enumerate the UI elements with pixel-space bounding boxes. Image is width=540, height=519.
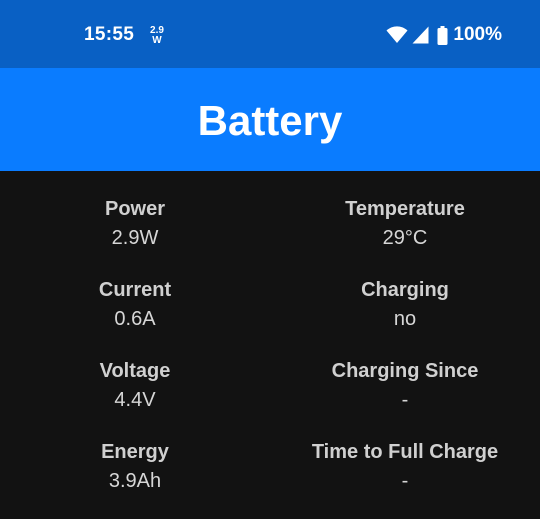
status-icons: 100% xyxy=(386,24,502,46)
stat-label: Charging xyxy=(361,279,449,301)
battery-percent: 100% xyxy=(453,24,502,45)
stat-charging: Charging no xyxy=(270,278,540,332)
battery-icon xyxy=(437,25,448,45)
stat-label: Charging Since xyxy=(331,360,479,382)
page-title: Battery xyxy=(197,96,343,144)
stat-label: Power xyxy=(104,198,166,220)
stat-value: 29°C xyxy=(382,227,428,249)
signal-icon xyxy=(412,26,429,44)
stat-charging-since: Charging Since - xyxy=(270,359,540,413)
stat-label: Voltage xyxy=(99,360,171,382)
app-bar: Battery xyxy=(0,68,540,171)
stat-value: 4.4V xyxy=(114,389,156,411)
stat-value: - xyxy=(401,389,409,411)
stat-power: Power 2.9W xyxy=(0,197,270,251)
wifi-icon xyxy=(386,26,408,44)
stat-label: Current xyxy=(98,279,172,301)
battery-stats: Power 2.9W Temperature 29°C Current 0.6A… xyxy=(0,171,540,519)
status-time: 15:55 xyxy=(84,24,135,45)
status-power-unit: W xyxy=(152,35,162,46)
stat-temperature: Temperature 29°C xyxy=(270,197,540,251)
status-power-indicator: 2.9 W xyxy=(146,26,168,46)
status-bar: 15:55 2.9 W 100% xyxy=(0,0,540,68)
stat-label: Time to Full Charge xyxy=(311,441,499,463)
stat-value: no xyxy=(393,308,417,330)
stat-label: Energy xyxy=(101,441,169,463)
stat-value: 0.6A xyxy=(114,308,156,330)
stat-value: 2.9W xyxy=(111,227,159,249)
stat-energy: Energy 3.9Ah xyxy=(0,440,270,494)
stat-voltage: Voltage 4.4V xyxy=(0,359,270,413)
stat-current: Current 0.6A xyxy=(0,278,270,332)
stat-label: Temperature xyxy=(345,198,465,220)
stat-value: 3.9Ah xyxy=(108,470,162,492)
stat-value: - xyxy=(401,470,409,492)
stat-time-to-full-charge: Time to Full Charge - xyxy=(270,440,540,494)
